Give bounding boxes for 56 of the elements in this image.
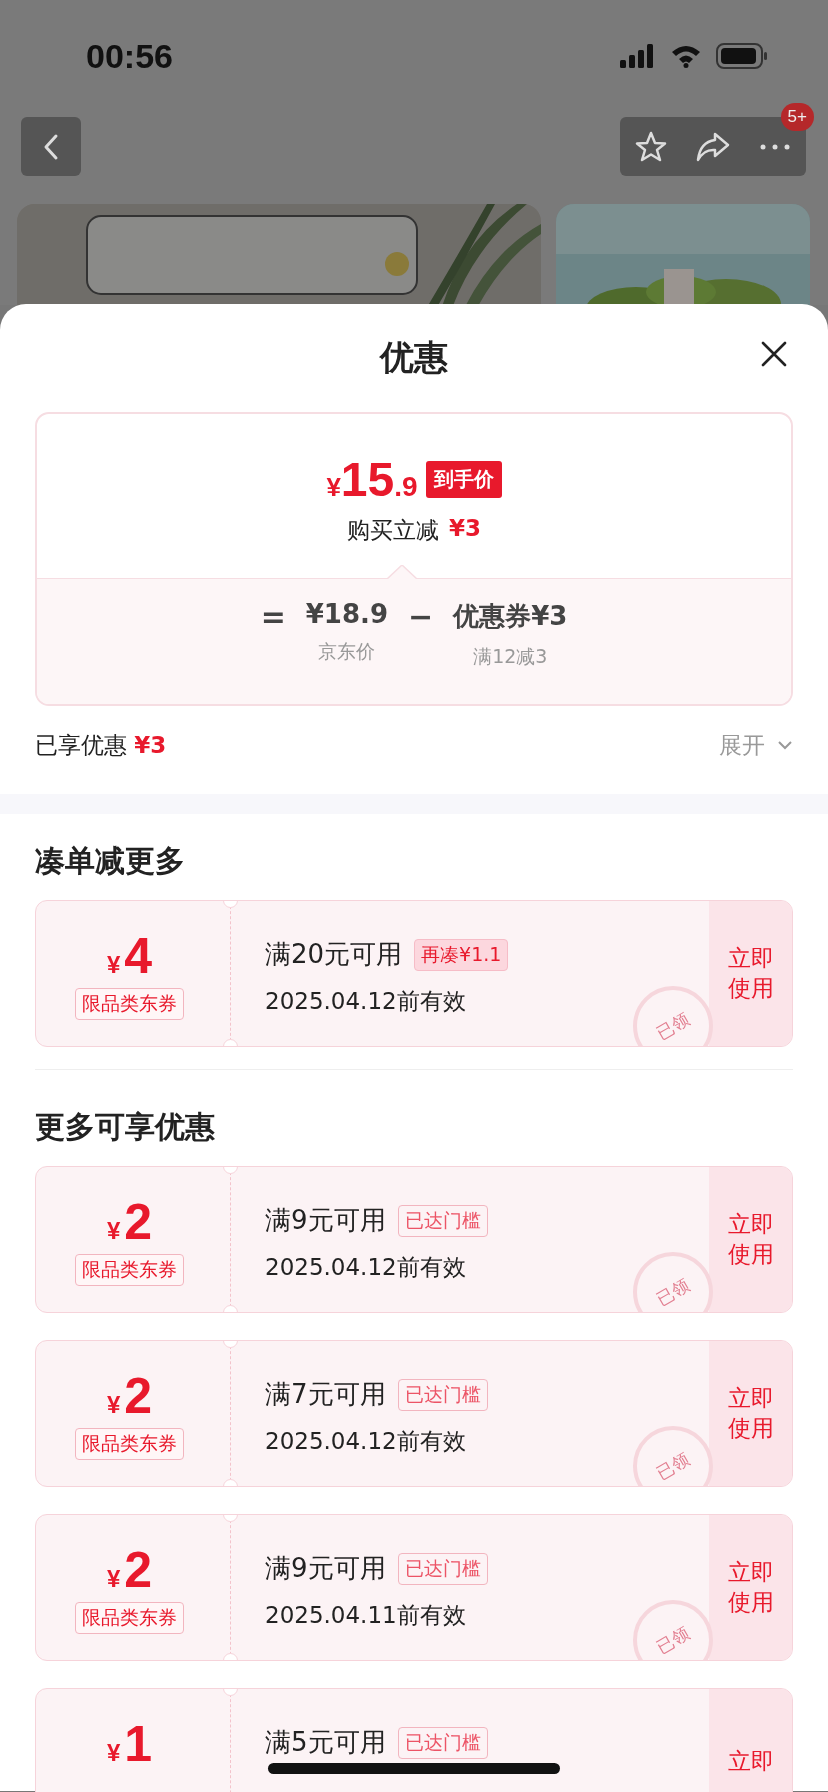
use-now-button[interactable]: 立即使用 (709, 1167, 792, 1312)
coupon-condition: 满7元可用 (265, 1378, 386, 1411)
coupon-status-tag: 已达门槛 (397, 1726, 488, 1759)
coupon-condition: 满20元可用 (265, 938, 403, 971)
close-icon (761, 341, 787, 367)
coupon-condition: 满9元可用 (265, 1204, 386, 1237)
coupon-amount: ¥4 (106, 929, 153, 984)
coupon-amount: ¥1 (106, 1717, 153, 1772)
use-now-button[interactable]: 立即使用 (709, 1515, 792, 1660)
notification-badge: 5+ (780, 103, 814, 131)
chevron-down-icon (777, 740, 793, 750)
coupon-expiry: 2025.04.12前有效 (265, 1427, 467, 1456)
use-now-button[interactable]: 立即使用 (709, 901, 792, 1046)
coupon-expiry: 2025.04.12前有效 (265, 987, 467, 1016)
section-title: 凑单减更多 (34, 841, 186, 880)
section-title: 更多可享优惠 (34, 1107, 216, 1146)
equals-sign: = (260, 599, 286, 634)
coupon-expiry: 2025.04.12前有效 (265, 1253, 467, 1282)
share-arrow-icon (695, 130, 731, 163)
expand-button[interactable]: 展开 (719, 729, 793, 761)
instant-discount-label: 购买立减 (347, 516, 439, 545)
close-button[interactable] (760, 340, 788, 368)
more-icon (760, 143, 790, 150)
coupon-amount: ¥2 (106, 1369, 153, 1424)
coupon-status-tag: 已达门槛 (397, 1378, 488, 1411)
wifi-icon (670, 44, 702, 68)
use-now-button[interactable]: 立即 (709, 1689, 792, 1792)
coupon-status-tag: 已达门槛 (397, 1552, 488, 1585)
signal-icon (620, 44, 656, 68)
use-now-button[interactable]: 立即使用 (709, 1341, 792, 1486)
coupon-condition: 满12减3 (473, 644, 548, 669)
base-price-label: 京东价 (318, 639, 376, 664)
coupon-expiry: 2025.04.11前有效 (265, 1601, 467, 1630)
back-button[interactable] (21, 117, 81, 176)
base-price: ¥18.9 (305, 599, 389, 629)
coupon-scope-tag: 限品类东券 (75, 1602, 184, 1634)
final-price: ¥15.9 (326, 452, 418, 507)
instant-discount-amount: ¥3 (449, 515, 481, 543)
star-icon (634, 129, 668, 164)
coupon-amount: ¥2 (106, 1543, 153, 1598)
coupon-condition: 满9元可用 (265, 1552, 386, 1585)
minus-sign: − (408, 599, 434, 634)
sheet-title: 优惠 (380, 336, 448, 379)
coupon-status-tag: 已达门槛 (397, 1204, 488, 1237)
battery-icon (716, 43, 768, 69)
enjoyed-discount-label: 已享优惠 ¥3 (35, 730, 167, 760)
coupon-status-tag: 再凑¥1.1 (414, 938, 509, 971)
coupon-condition: 满5元可用 (265, 1726, 386, 1759)
coupon-discount: 优惠券¥3 (453, 600, 568, 633)
back-icon (43, 132, 59, 161)
price-tag: 到手价 (425, 461, 502, 498)
coupon-scope-tag: 限品类东券 (75, 1254, 184, 1286)
status-time: 00:56 (86, 36, 173, 76)
coupon-scope-tag: 限品类东券 (75, 1428, 184, 1460)
coupon-amount: ¥2 (106, 1195, 153, 1250)
coupon-scope-tag: 限品类东券 (75, 988, 184, 1020)
